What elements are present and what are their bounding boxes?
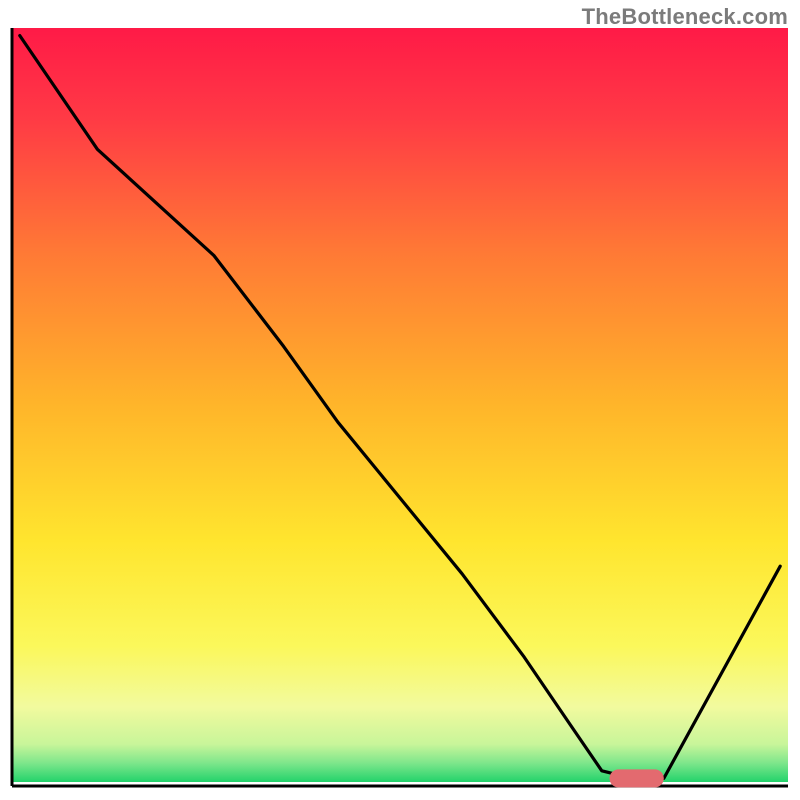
- chart-container: TheBottleneck.com: [0, 0, 800, 800]
- watermark-text: TheBottleneck.com: [582, 4, 788, 30]
- bottleneck-plot: [0, 0, 800, 800]
- optimal-range-marker: [610, 769, 664, 787]
- plot-background: [12, 28, 788, 782]
